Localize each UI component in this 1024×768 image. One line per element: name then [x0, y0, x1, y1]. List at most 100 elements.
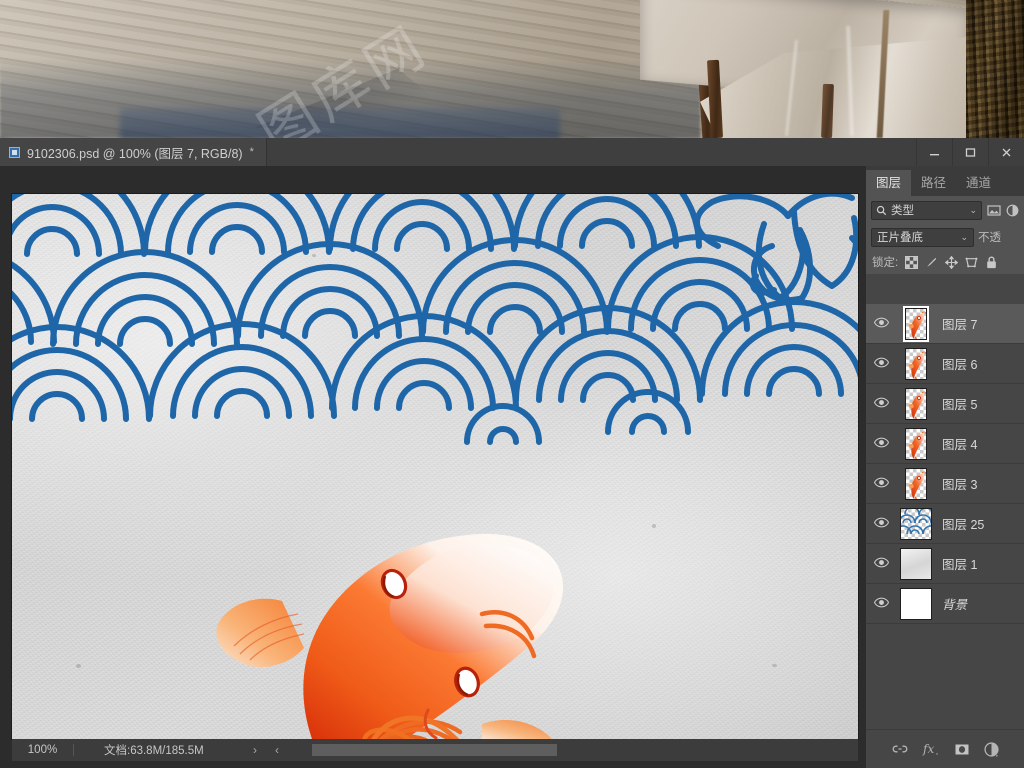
- photoshop-window: 9102306.psd @ 100% (图层 7, RGB/8) * 100% …: [0, 138, 1024, 768]
- status-arrow-left[interactable]: ‹: [266, 743, 288, 757]
- filter-type-label: 类型: [891, 205, 914, 217]
- layer-visibility-toggle[interactable]: [866, 595, 896, 613]
- new-adjustment-layer-icon[interactable]: [983, 741, 999, 757]
- tab-channels[interactable]: 通道: [956, 170, 1002, 196]
- eye-icon: [873, 315, 889, 333]
- layer-thumbnail[interactable]: [905, 427, 927, 460]
- minimize-button[interactable]: [916, 138, 952, 166]
- screen-root: 图库网 9102306.psd @ 100% (图层 7, RGB/8) * 1…: [0, 0, 1024, 768]
- layer-thumbnail[interactable]: [905, 467, 927, 500]
- layer-thumbnail-cell[interactable]: [896, 305, 936, 342]
- blend-mode-row: 正片叠底 ⌄ 不透: [866, 224, 1024, 250]
- window-controls: [916, 138, 1024, 166]
- layer-thumbnail-cell[interactable]: [896, 427, 936, 460]
- layer-thumbnail-cell[interactable]: [896, 347, 936, 380]
- maximize-button[interactable]: [952, 138, 988, 166]
- close-button[interactable]: [988, 138, 1024, 166]
- document-tab[interactable]: 9102306.psd @ 100% (图层 7, RGB/8) *: [0, 138, 267, 166]
- blend-mode-value: 正片叠底: [877, 232, 923, 244]
- eye-icon: [873, 595, 889, 613]
- link-layers-icon[interactable]: [892, 743, 908, 755]
- status-arrow-right[interactable]: ›: [244, 743, 266, 757]
- layer-visibility-toggle[interactable]: [866, 515, 896, 533]
- eye-icon: [873, 395, 889, 413]
- zoom-level[interactable]: 100%: [12, 744, 74, 756]
- title-bar: 9102306.psd @ 100% (图层 7, RGB/8) *: [0, 138, 1024, 166]
- svg-text:fx: fx: [922, 742, 934, 756]
- layer-thumbnail[interactable]: [900, 587, 932, 620]
- layer-name[interactable]: 图层 6: [936, 354, 1024, 373]
- layer-visibility-toggle[interactable]: [866, 555, 896, 573]
- fish-lower-fin: [482, 719, 552, 739]
- layer-style-fx-icon[interactable]: fx: [922, 742, 940, 756]
- document-area: 100% 文档:63.8M/185.5M › ‹: [0, 166, 866, 768]
- lock-artboard-icon[interactable]: [965, 256, 978, 269]
- layer-name[interactable]: 图层 3: [936, 474, 1024, 493]
- layer-thumbnail[interactable]: [905, 347, 927, 380]
- chevron-down-icon: ⌄: [960, 231, 968, 242]
- layer-thumbnail[interactable]: [905, 387, 927, 420]
- eye-icon: [873, 355, 889, 373]
- panel-tab-strip: 图层 路径 通道: [866, 166, 1024, 196]
- lock-position-icon[interactable]: [945, 255, 959, 269]
- layer-thumbnail[interactable]: [903, 305, 929, 342]
- modified-marker: *: [249, 146, 254, 158]
- layer-row-1[interactable]: 图层 7: [866, 304, 1024, 344]
- eye-icon: [873, 435, 889, 453]
- layer-name[interactable]: 图层 4: [936, 434, 1024, 453]
- layer-visibility-toggle[interactable]: [866, 355, 896, 373]
- blend-mode-dropdown[interactable]: 正片叠底 ⌄: [871, 227, 974, 247]
- layer-visibility-toggle[interactable]: [866, 475, 896, 493]
- layer-name[interactable]: 背景: [936, 594, 1024, 613]
- filter-type-dropdown[interactable]: 类型 ⌄: [871, 200, 982, 220]
- layers-panel: 图层 路径 通道 类型 ⌄ 正片叠底 ⌄ 不透 锁定: 图层 7 图层 6 图层…: [866, 166, 1024, 768]
- layer-visibility-toggle[interactable]: [866, 395, 896, 413]
- lock-image-pixels-icon[interactable]: [925, 256, 938, 269]
- layer-thumbnail-cell[interactable]: [896, 547, 936, 580]
- layer-name[interactable]: 图层 7: [936, 314, 1024, 333]
- fish-eye-right: [454, 666, 480, 698]
- lock-transparent-pixels-icon[interactable]: [905, 255, 919, 269]
- koi-fish-lower-detail: [423, 610, 552, 739]
- background-photo: 图库网: [0, 0, 1024, 138]
- eye-icon: [873, 515, 889, 533]
- layer-thumbnail-cell[interactable]: [896, 587, 936, 620]
- layer-thumbnail[interactable]: [900, 547, 932, 580]
- layer-thumbnail-cell[interactable]: [896, 467, 936, 500]
- layer-row-6[interactable]: 图层 25: [866, 504, 1024, 544]
- document-tab-label: 9102306.psd @ 100% (图层 7, RGB/8): [27, 146, 243, 161]
- layer-row-5[interactable]: 图层 3: [866, 464, 1024, 504]
- eye-icon: [873, 475, 889, 493]
- tab-layers[interactable]: 图层: [866, 170, 912, 196]
- layer-name[interactable]: 图层 25: [936, 514, 1024, 533]
- layer-row-8[interactable]: 背景: [866, 584, 1024, 624]
- layer-row-3[interactable]: 图层 5: [866, 384, 1024, 424]
- lock-label: 锁定:: [872, 257, 899, 269]
- status-bar: 100% 文档:63.8M/185.5M › ‹: [12, 739, 858, 761]
- layer-row-4[interactable]: 图层 4: [866, 424, 1024, 464]
- tab-paths[interactable]: 路径: [911, 170, 957, 196]
- lock-all-icon[interactable]: [985, 256, 998, 269]
- layer-visibility-toggle[interactable]: [866, 315, 896, 333]
- layers-panel-footer: fx: [866, 729, 1024, 768]
- layer-name[interactable]: 图层 1: [936, 554, 1024, 573]
- layer-visibility-toggle[interactable]: [866, 435, 896, 453]
- layer-thumbnail-cell[interactable]: [896, 507, 936, 540]
- scrollbar-thumb[interactable]: [312, 744, 557, 756]
- layer-row-2[interactable]: 图层 6: [866, 344, 1024, 384]
- add-layer-mask-icon[interactable]: [954, 743, 970, 756]
- layer-thumbnail-cell[interactable]: [896, 387, 936, 420]
- layer-thumbnail[interactable]: [900, 507, 932, 540]
- lock-row: 锁定:: [866, 250, 1024, 274]
- artboard-canvas[interactable]: [12, 194, 858, 739]
- chair-leg-right: [821, 83, 834, 138]
- psd-thumbnail-icon: [9, 146, 20, 158]
- chevron-down-icon: ⌄: [969, 204, 977, 215]
- search-icon: [876, 205, 887, 216]
- layer-list: 图层 7 图层 6 图层 5 图层 4 图层 3 图层 25 图层 1 背景: [866, 304, 1024, 729]
- layer-filter-row: 类型 ⌄: [866, 196, 1024, 224]
- adjustment-filter-icon[interactable]: [1006, 204, 1019, 217]
- layer-name[interactable]: 图层 5: [936, 394, 1024, 413]
- image-filter-icon[interactable]: [987, 204, 1001, 217]
- layer-row-7[interactable]: 图层 1: [866, 544, 1024, 584]
